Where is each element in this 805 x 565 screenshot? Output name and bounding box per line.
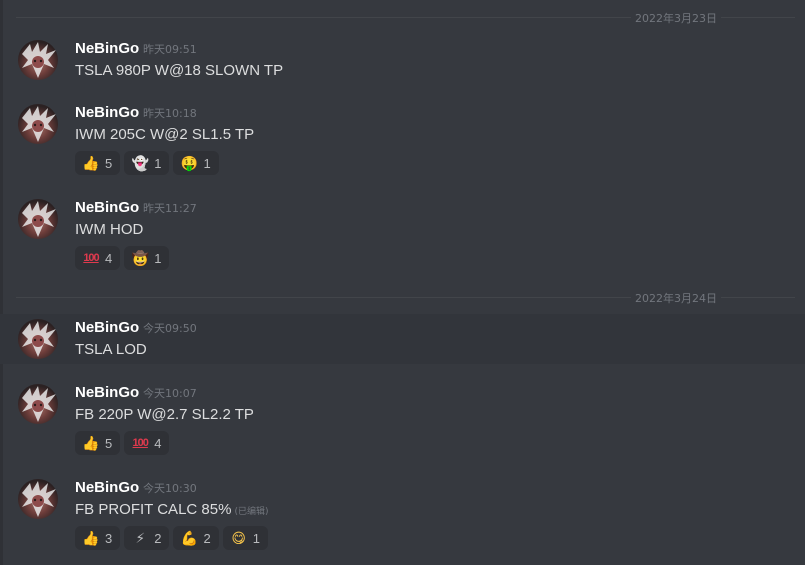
date-divider: 2022年3月23日: [16, 10, 795, 26]
message-item[interactable]: NeBinGo 今天10:30 FB PROFIT CALC 85% (已编辑) …: [0, 479, 805, 551]
timestamp: 今天09:50: [143, 322, 197, 335]
avatar[interactable]: [18, 104, 58, 144]
reaction-bar: 👍 5 100 4: [75, 431, 170, 455]
avatar-image: [22, 321, 56, 357]
date-divider: 2022年3月24日: [16, 290, 795, 306]
reaction-count: 3: [105, 530, 113, 546]
reaction-cowboy[interactable]: 🤠 1: [124, 246, 170, 270]
reaction-count: 1: [154, 250, 162, 266]
reaction-bar: 100 4 🤠 1: [75, 246, 170, 270]
avatar[interactable]: [18, 40, 58, 80]
reaction-count: 5: [105, 435, 113, 451]
timestamp: 今天10:07: [143, 387, 197, 400]
timestamp: 昨天09:51: [143, 43, 197, 56]
yum-face-icon: 😋: [231, 530, 246, 546]
avatar[interactable]: [18, 199, 58, 239]
chat-message-list: 2022年3月23日 NeBinGo 昨天09:51 TSLA 980P W@1…: [0, 0, 805, 565]
lightning-icon: ⚡: [135, 530, 146, 546]
username[interactable]: NeBinGo: [75, 40, 139, 58]
avatar[interactable]: [18, 479, 58, 519]
message-text: TSLA LOD: [75, 341, 147, 358]
message-text-content: FB PROFIT CALC 85%: [75, 501, 232, 518]
reaction-lightning[interactable]: ⚡ 2: [124, 526, 170, 550]
reaction-thumbs-up[interactable]: 👍 5: [75, 151, 121, 175]
reaction-hundred-points[interactable]: 100 4: [75, 246, 121, 270]
avatar[interactable]: [18, 384, 58, 424]
username[interactable]: NeBinGo: [75, 479, 139, 497]
reaction-hundred-points[interactable]: 100 4: [124, 431, 170, 455]
hundred-points-icon: 100: [132, 437, 149, 449]
reaction-count: 2: [203, 530, 211, 546]
message-text: IWM 205C W@2 SL1.5 TP: [75, 126, 255, 143]
reaction-ghost[interactable]: 👻 1: [124, 151, 170, 175]
username[interactable]: NeBinGo: [75, 199, 139, 217]
reaction-flexed-biceps[interactable]: 💪 2: [173, 526, 219, 550]
message-item[interactable]: NeBinGo 昨天11:27 IWM HOD 100 4 🤠 1: [0, 199, 805, 271]
thumbs-up-icon: 👍: [82, 530, 100, 546]
date-divider-label: 2022年3月23日: [631, 10, 721, 26]
message-item[interactable]: NeBinGo 今天10:07 FB 220P W@2.7 SL2.2 TP 👍…: [0, 384, 805, 456]
message-item-hovered[interactable]: NeBinGo 今天09:50 TSLA LOD: [0, 314, 805, 364]
avatar-image: [22, 386, 56, 422]
reaction-yum-face[interactable]: 😋 1: [222, 526, 268, 550]
message-text: FB 220P W@2.7 SL2.2 TP: [75, 406, 254, 423]
reaction-count: 1: [154, 155, 162, 171]
username[interactable]: NeBinGo: [75, 384, 139, 402]
ghost-icon: 👻: [131, 155, 149, 171]
thumbs-up-icon: 👍: [82, 155, 100, 171]
timestamp: 昨天10:18: [143, 107, 197, 120]
avatar-image: [22, 106, 56, 142]
reaction-count: 1: [252, 530, 260, 546]
reaction-count: 2: [154, 530, 162, 546]
cowboy-icon: 🤠: [131, 250, 149, 266]
timestamp: 今天10:30: [143, 482, 197, 495]
username[interactable]: NeBinGo: [75, 104, 139, 122]
username[interactable]: NeBinGo: [75, 319, 139, 337]
reaction-thumbs-up[interactable]: 👍 3: [75, 526, 121, 550]
timestamp: 昨天11:27: [143, 202, 197, 215]
thumbs-up-icon: 👍: [82, 435, 100, 451]
reaction-count: 1: [203, 155, 211, 171]
avatar-image: [22, 201, 56, 237]
avatar-image: [22, 42, 56, 78]
message-item[interactable]: NeBinGo 昨天09:51 TSLA 980P W@18 SLOWN TP: [0, 40, 805, 90]
hundred-points-icon: 100: [83, 252, 99, 264]
avatar[interactable]: [18, 319, 58, 359]
message-text: IWM HOD: [75, 221, 144, 238]
reaction-money-mouth[interactable]: 🤑 1: [173, 151, 219, 175]
flexed-biceps-icon: 💪: [180, 530, 199, 546]
reaction-count: 4: [105, 250, 113, 266]
message-item[interactable]: NeBinGo 昨天10:18 IWM 205C W@2 SL1.5 TP 👍 …: [0, 104, 805, 176]
reaction-bar: 👍 5 👻 1 🤑 1: [75, 151, 219, 175]
date-divider-label: 2022年3月24日: [631, 290, 721, 306]
avatar-image: [22, 481, 56, 517]
money-mouth-icon: 🤑: [180, 155, 199, 171]
reaction-count: 4: [154, 435, 162, 451]
reaction-count: 5: [105, 155, 113, 171]
message-text: FB PROFIT CALC 85% (已编辑): [75, 500, 268, 522]
edited-indicator: (已编辑): [234, 507, 269, 517]
reaction-bar: 👍 3 ⚡ 2 💪 2 😋 1: [75, 526, 268, 550]
message-text: TSLA 980P W@18 SLOWN TP: [75, 62, 284, 79]
reaction-thumbs-up[interactable]: 👍 5: [75, 431, 121, 455]
